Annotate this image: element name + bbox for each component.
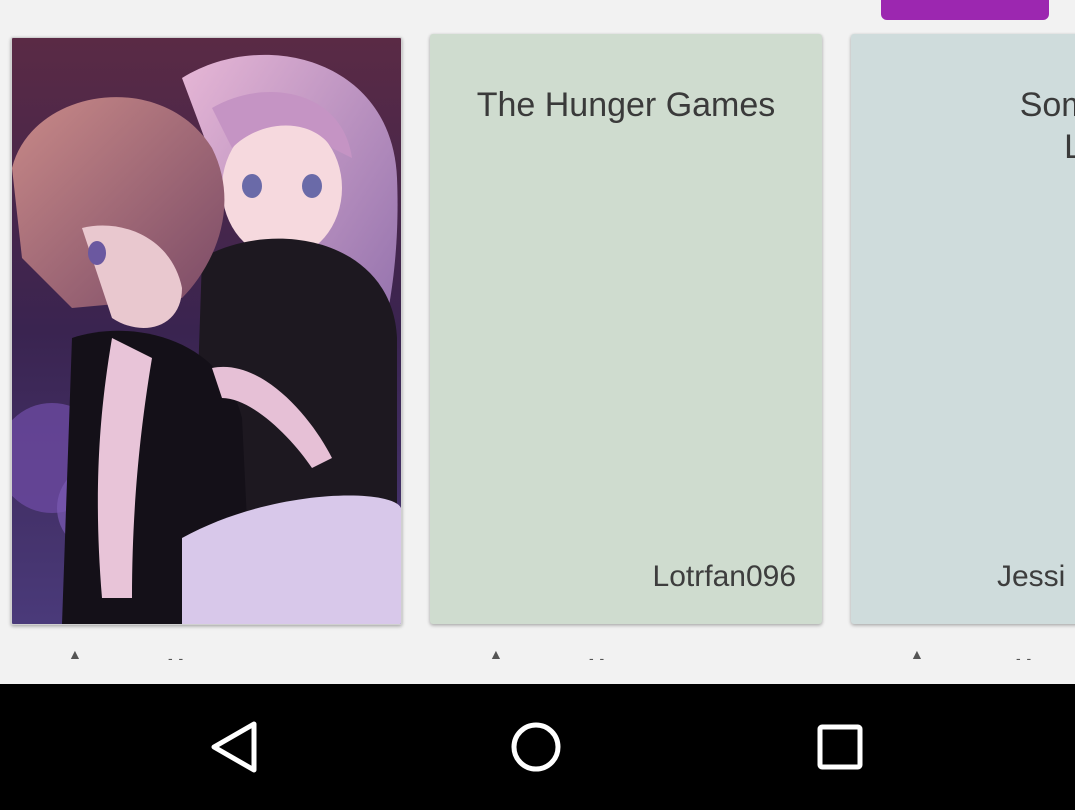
up-arrow-icon: ▲ (68, 646, 82, 662)
comment-icon: - - (589, 650, 606, 666)
nav-recents-button[interactable] (770, 684, 910, 810)
story-cover-image (12, 38, 401, 624)
story-card-3[interactable]: Something Love Jessi (851, 34, 1075, 624)
story-meta-3: ▲ - - (851, 640, 1075, 666)
story-author: Lotrfan096 (652, 560, 796, 593)
comment-icon: - - (1016, 650, 1033, 666)
app-root: The Hunger Games Lotrfan096 Something Lo… (0, 0, 1075, 810)
story-card-1[interactable] (11, 37, 402, 625)
story-title: The Hunger Games (476, 86, 776, 124)
nav-back-button[interactable] (165, 684, 305, 810)
story-card-2[interactable]: The Hunger Games Lotrfan096 (430, 34, 822, 624)
top-strip (0, 0, 1075, 30)
back-triangle-icon (211, 721, 257, 773)
up-arrow-icon: ▲ (910, 646, 924, 662)
system-navigation-bar (0, 684, 1075, 810)
story-meta-1: ▲ - - (0, 640, 430, 666)
recents-square-icon (817, 724, 863, 770)
story-meta-2: ▲ - - (430, 640, 850, 666)
up-arrow-icon: ▲ (489, 646, 503, 662)
story-title: Something Love (1019, 86, 1075, 166)
home-circle-icon (511, 722, 561, 772)
nav-home-button[interactable] (466, 684, 606, 810)
top-action-button[interactable] (881, 0, 1049, 20)
story-author: Jessi (997, 560, 1066, 593)
comment-icon: - - (168, 650, 185, 666)
